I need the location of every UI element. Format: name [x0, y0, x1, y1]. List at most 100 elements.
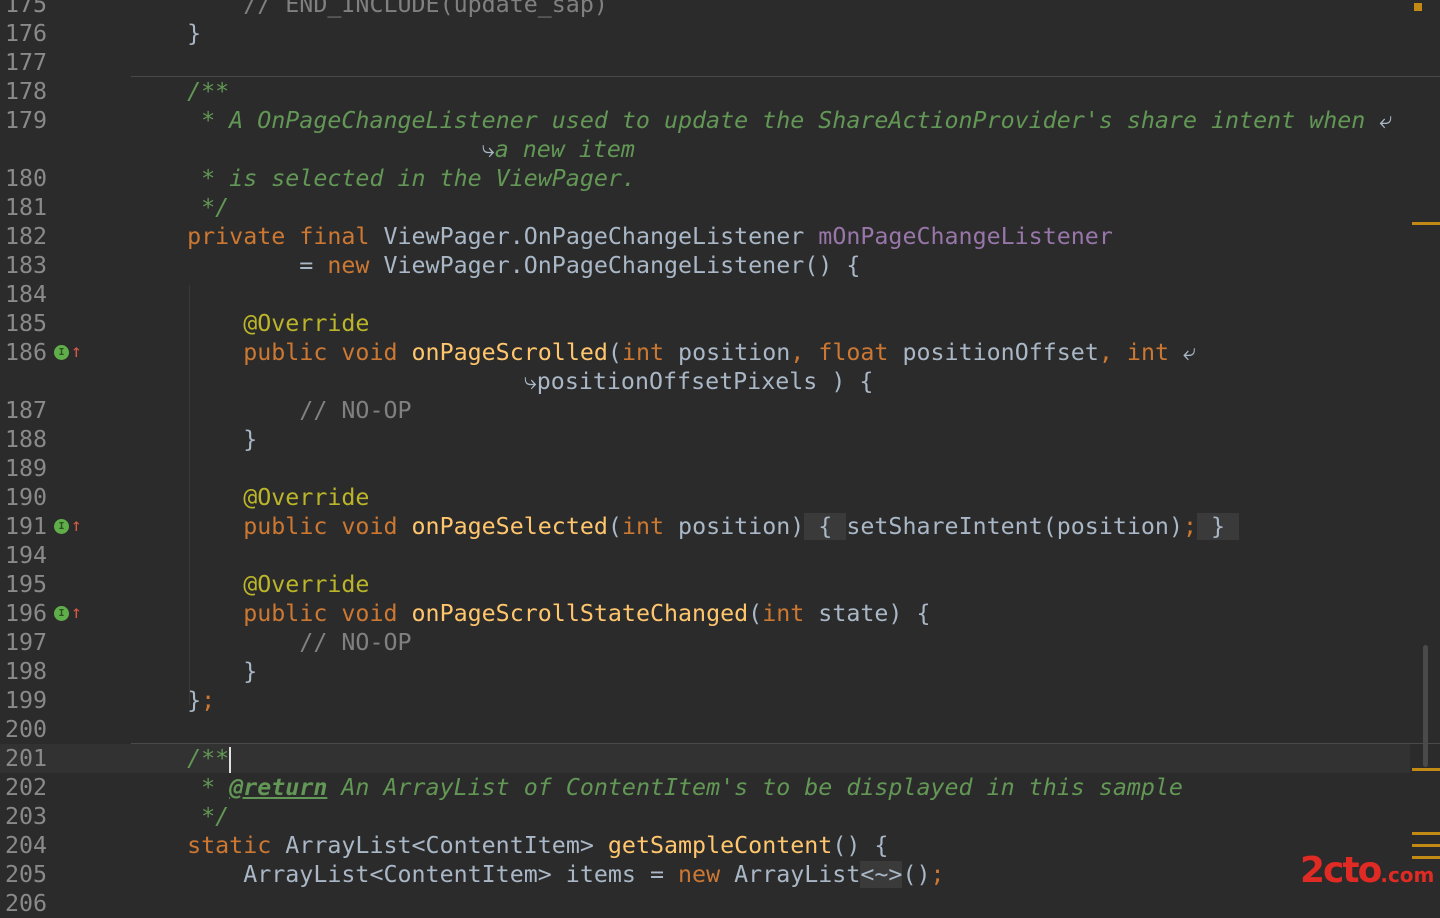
code-text: * A OnPageChangeListener used to update … [131, 106, 1392, 135]
watermark-logo: 2cto.com [1300, 850, 1434, 891]
line-number: 191 [5, 513, 48, 540]
implements-method-icon[interactable]: I [54, 606, 69, 621]
code-line[interactable]: 194 [0, 541, 1410, 570]
indent-guide [189, 285, 190, 705]
code-token: = [131, 252, 328, 279]
line-number: 200 [5, 716, 48, 743]
line-number: 182 [5, 223, 48, 250]
override-arrow-icon[interactable]: ↑ [71, 602, 82, 624]
code-text: }; [131, 686, 215, 715]
code-token: () { [832, 832, 889, 859]
line-number: 187 [5, 397, 48, 424]
code-line[interactable]: 196 I ↑ public void onPageScrollStateChang… [0, 599, 1410, 628]
override-arrow-icon[interactable]: ↑ [71, 341, 82, 363]
line-number: 203 [5, 803, 48, 830]
code-line[interactable]: 178 /** [0, 77, 1410, 106]
folded-code-region[interactable]: } [1197, 513, 1240, 540]
code-line[interactable]: 197 // NO-OP [0, 628, 1410, 657]
code-text: = new ViewPager.OnPageChangeListener() { [131, 251, 860, 280]
code-line[interactable]: 187 // NO-OP [0, 396, 1410, 425]
code-line[interactable]: 184 [0, 280, 1410, 309]
code-line[interactable]: 180 * is selected in the ViewPager. [0, 164, 1410, 193]
code-line[interactable]: 203 */ [0, 802, 1410, 831]
code-token: */ [131, 803, 230, 830]
code-line[interactable]: 177 [0, 48, 1410, 77]
code-line[interactable]: ⤷positionOffsetPixels ) { [0, 367, 1410, 396]
code-token: getSampleContent [607, 832, 833, 859]
vertical-scrollbar-thumb[interactable] [1423, 645, 1428, 767]
line-number: 176 [5, 20, 48, 47]
code-token: /** [131, 78, 230, 105]
override-arrow-icon[interactable]: ↑ [71, 515, 82, 537]
code-line[interactable]: 199 }; [0, 686, 1410, 715]
code-token: onPageScrollStateChanged [411, 600, 749, 627]
error-stripe-marker[interactable] [1414, 3, 1422, 11]
code-line[interactable]: 190 @Override [0, 483, 1410, 512]
error-stripe-marker[interactable] [1412, 768, 1440, 771]
implements-method-icon[interactable]: I [54, 345, 69, 360]
code-line[interactable]: 183 = new ViewPager.OnPageChangeListener… [0, 251, 1410, 280]
code-line[interactable]: 205 ArrayList<ContentItem> items = new A… [0, 860, 1410, 889]
code-token: ; [201, 687, 216, 714]
code-token: ( [607, 339, 622, 366]
watermark-text: 2cto [1300, 850, 1382, 891]
line-number: 196 [5, 600, 48, 627]
code-line[interactable]: 188 } [0, 425, 1410, 454]
code-line[interactable]: 204 static ArrayList<ContentItem> getSam… [0, 831, 1410, 860]
code-token: private final [187, 223, 384, 250]
error-stripe-marker[interactable] [1412, 844, 1440, 847]
code-token: public void [243, 600, 412, 627]
code-token: * [131, 774, 230, 801]
code-text: public void onPageScrolled(int position,… [131, 338, 1196, 367]
code-line[interactable]: 189 [0, 454, 1410, 483]
code-line[interactable]: ⤷a new item [0, 135, 1410, 164]
line-number: 177 [5, 49, 48, 76]
code-line[interactable]: 191 I ↑ public void onPageSelected(int pos… [0, 512, 1410, 541]
code-line[interactable]: 195 @Override [0, 570, 1410, 599]
code-token: a new item [494, 136, 635, 163]
code-line[interactable]: 186 I ↑ public void onPageScrolled(int pos… [0, 338, 1410, 367]
folded-code-region[interactable]: <~> [860, 861, 903, 888]
code-line[interactable]: 181 */ [0, 193, 1410, 222]
code-line[interactable]: 179 * A OnPageChangeListener used to upd… [0, 106, 1410, 135]
code-token: @return [229, 774, 328, 801]
code-line[interactable]: 185 @Override [0, 309, 1410, 338]
soft-wrap-icon: ⤷ [481, 136, 495, 163]
line-number: 206 [5, 890, 48, 917]
line-number: 190 [5, 484, 48, 511]
line-number: 199 [5, 687, 48, 714]
watermark-suffix: .com [1380, 863, 1435, 887]
code-line[interactable]: 202 * @return An ArrayList of ContentIte… [0, 773, 1410, 802]
code-line[interactable]: 176 } [0, 19, 1410, 48]
code-token: } [131, 687, 202, 714]
code-text: * is selected in the ViewPager. [131, 164, 636, 193]
error-stripe-marker[interactable] [1412, 222, 1440, 225]
code-text: /** [131, 77, 229, 106]
code-token: positionOffset [902, 339, 1099, 366]
code-token: , [790, 339, 819, 366]
line-number: 179 [5, 107, 48, 134]
code-line[interactable]: 175 // END_INCLUDE(update_sap) [0, 0, 1410, 19]
folded-code-region[interactable]: { [804, 513, 847, 540]
line-number: 201 [5, 745, 48, 772]
error-stripe-marker[interactable] [1412, 832, 1440, 835]
code-token: } [131, 658, 258, 685]
code-line[interactable]: 200 [0, 715, 1410, 744]
code-token: ArrayList [734, 861, 861, 888]
line-number: 197 [5, 629, 48, 656]
line-number: 194 [5, 542, 48, 569]
code-token: @Override [243, 571, 370, 598]
code-line[interactable]: 182 private final ViewPager.OnPageChange… [0, 222, 1410, 251]
code-text: static ArrayList<ContentItem> getSampleC… [131, 831, 888, 860]
code-token: * is selected in the ViewPager. [131, 165, 636, 192]
implements-method-icon[interactable]: I [54, 519, 69, 534]
code-line[interactable]: 201 /** [0, 744, 1410, 773]
code-line[interactable]: 206 [0, 889, 1410, 918]
code-line[interactable]: 198 } [0, 657, 1410, 686]
line-number: 181 [5, 194, 48, 221]
code-token: /** [131, 745, 230, 772]
code-token: public void [243, 513, 412, 540]
